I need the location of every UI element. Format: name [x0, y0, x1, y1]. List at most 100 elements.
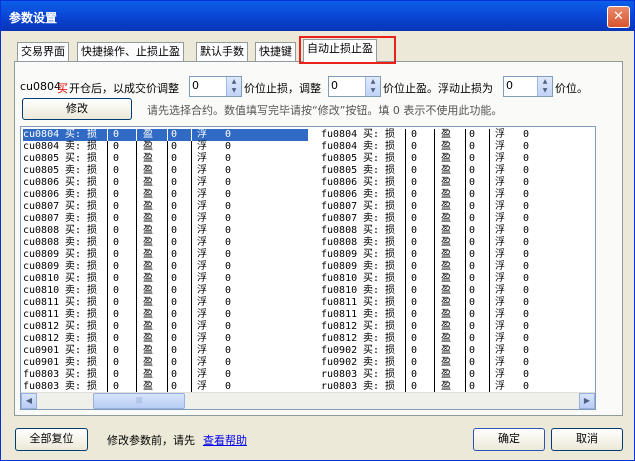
list-item[interactable]: cu0811 买: 损 0 盈 0 浮 0	[23, 297, 308, 309]
list-item[interactable]: fu0804 买: 损 0 盈 0 浮 0	[321, 129, 591, 141]
cell-prof: 盈	[143, 201, 153, 212]
cell-fv: 0	[225, 213, 232, 224]
list-item[interactable]: cu0810 卖: 损 0 盈 0 浮 0	[23, 285, 308, 297]
cell-code: cu0901	[23, 345, 60, 356]
take-profit-spinner[interactable]: 0 ▲ ▼	[328, 76, 381, 97]
cell-loss: 损	[385, 237, 395, 248]
horizontal-scrollbar[interactable]: ◀ ||| ▶	[21, 392, 595, 409]
scroll-right-icon[interactable]: ▶	[579, 393, 595, 409]
contract-list[interactable]: cu0804 买: 损 0 盈 0 浮 0 cu0804 卖: 损 0 盈 0 浮 0 cu0805 买: 损 0 盈 0…	[20, 126, 596, 410]
cell-pv: 0	[171, 309, 178, 320]
list-item[interactable]: cu0809 卖: 损 0 盈 0 浮 0	[23, 261, 308, 273]
stop-loss-spinner[interactable]: 0 ▲ ▼	[189, 76, 242, 97]
list-item[interactable]: cu0901 卖: 损 0 盈 0 浮 0	[23, 357, 308, 369]
list-item[interactable]: cu0810 买: 损 0 盈 0 浮 0	[23, 273, 308, 285]
cell-side: 卖:	[363, 165, 380, 176]
list-item[interactable]: fu0807 买: 损 0 盈 0 浮 0	[321, 201, 591, 213]
cell-lv: 0	[411, 153, 418, 164]
title-bar[interactable]: 参数设置 ✕	[1, 1, 634, 31]
cell-loss: 损	[385, 165, 395, 176]
scroll-thumb[interactable]: |||	[93, 393, 185, 409]
cell-separator	[136, 189, 137, 201]
list-item[interactable]: fu0812 卖: 损 0 盈 0 浮 0	[321, 333, 591, 345]
help-link[interactable]: 查看帮助	[203, 432, 247, 448]
list-item[interactable]: cu0808 卖: 损 0 盈 0 浮 0	[23, 237, 308, 249]
list-item[interactable]: cu0805 买: 损 0 盈 0 浮 0	[23, 153, 308, 165]
list-item[interactable]: fu0806 卖: 损 0 盈 0 浮 0	[321, 189, 591, 201]
cell-loss: 损	[87, 321, 97, 332]
list-item[interactable]: fu0812 买: 损 0 盈 0 浮 0	[321, 321, 591, 333]
list-item[interactable]: fu0807 卖: 损 0 盈 0 浮 0	[321, 213, 591, 225]
cell-loss: 损	[87, 369, 97, 380]
list-item[interactable]: fu0804 卖: 损 0 盈 0 浮 0	[321, 141, 591, 153]
list-item[interactable]: cu0807 卖: 损 0 盈 0 浮 0	[23, 213, 308, 225]
list-item[interactable]: cu0807 买: 损 0 盈 0 浮 0	[23, 201, 308, 213]
list-item[interactable]: fu0902 买: 损 0 盈 0 浮 0	[321, 345, 591, 357]
tab-hotkeys[interactable]: 快捷键	[255, 42, 296, 61]
list-item[interactable]: cu0808 买: 损 0 盈 0 浮 0	[23, 225, 308, 237]
list-item[interactable]: fu0811 买: 损 0 盈 0 浮 0	[321, 297, 591, 309]
cell-code: cu0805	[23, 153, 60, 164]
ok-button[interactable]: 确定	[473, 428, 545, 451]
list-item[interactable]: fu0809 卖: 损 0 盈 0 浮 0	[321, 261, 591, 273]
spinner-arrows-icon[interactable]: ▲ ▼	[365, 77, 380, 96]
list-item[interactable]: cu0812 卖: 损 0 盈 0 浮 0	[23, 333, 308, 345]
list-item[interactable]: cu0804 买: 损 0 盈 0 浮 0	[23, 129, 308, 141]
cell-float: 浮	[495, 345, 505, 356]
close-button[interactable]: ✕	[607, 6, 630, 28]
cell-separator	[191, 333, 192, 345]
list-item[interactable]: fu0805 卖: 损 0 盈 0 浮 0	[321, 165, 591, 177]
cell-separator	[405, 345, 406, 357]
list-item[interactable]: cu0812 买: 损 0 盈 0 浮 0	[23, 321, 308, 333]
trailing-stop-spinner[interactable]: 0 ▲ ▼	[503, 76, 553, 97]
list-item[interactable]: cu0805 卖: 损 0 盈 0 浮 0	[23, 165, 308, 177]
list-item[interactable]: fu0806 买: 损 0 盈 0 浮 0	[321, 177, 591, 189]
list-item[interactable]: cu0806 买: 损 0 盈 0 浮 0	[23, 177, 308, 189]
list-item[interactable]: fu0902 卖: 损 0 盈 0 浮 0	[321, 357, 591, 369]
tab-default-lots[interactable]: 默认手数	[196, 42, 248, 61]
cell-lv: 0	[113, 153, 120, 164]
cell-side: 卖:	[65, 285, 82, 296]
cell-side: 卖:	[363, 237, 380, 248]
cell-separator	[434, 225, 435, 237]
list-item[interactable]: fu0810 卖: 损 0 盈 0 浮 0	[321, 285, 591, 297]
spinner-arrows-icon[interactable]: ▲ ▼	[226, 77, 241, 96]
list-item[interactable]: fu0809 买: 损 0 盈 0 浮 0	[321, 249, 591, 261]
cell-pv: 0	[171, 237, 178, 248]
spinner-arrows-icon[interactable]: ▲ ▼	[537, 77, 552, 96]
cell-separator	[191, 273, 192, 285]
list-item[interactable]: cu0804 卖: 损 0 盈 0 浮 0	[23, 141, 308, 153]
tab-shortcut-stop[interactable]: 快捷操作、止损止盈	[77, 42, 184, 61]
list-item[interactable]: cu0811 卖: 损 0 盈 0 浮 0	[23, 309, 308, 321]
list-item[interactable]: fu0811 卖: 损 0 盈 0 浮 0	[321, 309, 591, 321]
tab-trading-ui[interactable]: 交易界面	[17, 42, 69, 61]
modify-button[interactable]: 修改	[22, 98, 132, 120]
list-item[interactable]: fu0808 卖: 损 0 盈 0 浮 0	[321, 237, 591, 249]
cell-fv: 0	[225, 165, 232, 176]
list-item[interactable]: fu0810 买: 损 0 盈 0 浮 0	[321, 273, 591, 285]
cell-code: cu0809	[23, 261, 60, 272]
cell-separator	[107, 345, 108, 357]
list-item[interactable]: fu0808 买: 损 0 盈 0 浮 0	[321, 225, 591, 237]
list-item[interactable]: cu0809 买: 损 0 盈 0 浮 0	[23, 249, 308, 261]
cell-float: 浮	[197, 369, 207, 380]
cell-lv: 0	[411, 237, 418, 248]
cancel-button[interactable]: 取消	[551, 428, 623, 451]
cell-loss: 损	[87, 273, 97, 284]
cell-lv: 0	[113, 201, 120, 212]
cell-separator	[434, 213, 435, 225]
cell-separator	[136, 345, 137, 357]
list-item[interactable]: fu0803 买: 损 0 盈 0 浮 0	[23, 369, 308, 381]
list-item[interactable]: cu0806 卖: 损 0 盈 0 浮 0	[23, 189, 308, 201]
cell-separator	[191, 249, 192, 261]
list-item[interactable]: ru0803 买: 损 0 盈 0 浮 0	[321, 369, 591, 381]
cell-side: 买:	[363, 345, 380, 356]
cell-pv: 0	[469, 237, 476, 248]
cell-float: 浮	[197, 213, 207, 224]
scroll-left-icon[interactable]: ◀	[21, 393, 37, 409]
cell-loss: 损	[87, 357, 97, 368]
list-item[interactable]: fu0805 买: 损 0 盈 0 浮 0	[321, 153, 591, 165]
reset-all-button[interactable]: 全部复位	[15, 428, 88, 451]
cell-loss: 损	[385, 357, 395, 368]
list-item[interactable]: cu0901 买: 损 0 盈 0 浮 0	[23, 345, 308, 357]
